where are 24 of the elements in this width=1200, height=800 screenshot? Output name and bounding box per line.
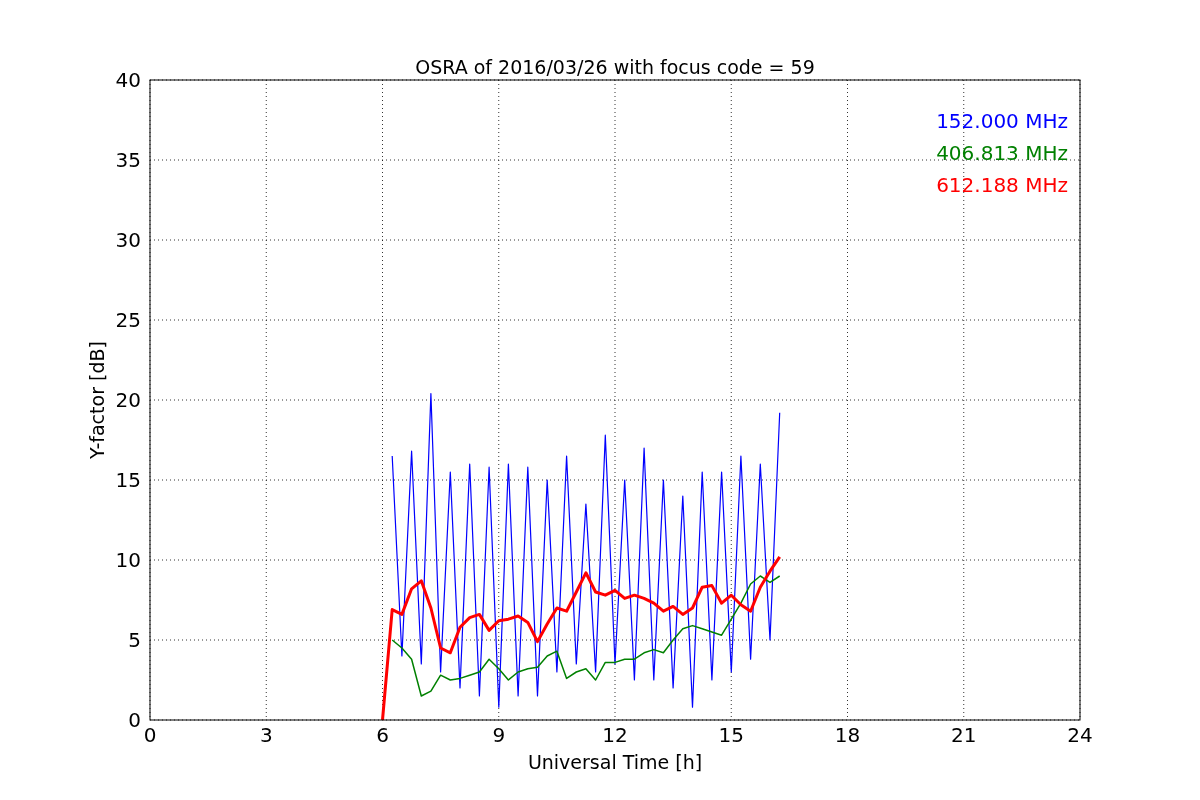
y-axis-label: Y-factor [dB] [86, 341, 108, 459]
tick-label: 5 [128, 628, 141, 652]
chart-title: OSRA of 2016/03/26 with focus code = 59 [415, 56, 815, 78]
legend-label: 612.188 MHz [936, 173, 1068, 197]
tick-label: 21 [951, 723, 977, 747]
x-axis-label: Universal Time [h] [527, 751, 703, 773]
tick-label: 30 [115, 228, 141, 252]
legend-label: 152.000 MHz [936, 109, 1068, 133]
tick-label: 35 [115, 148, 141, 172]
tick-label: 10 [115, 548, 141, 572]
tick-label: 25 [115, 308, 141, 332]
tick-label: 15 [718, 723, 744, 747]
tick-label: 18 [834, 723, 861, 747]
tick-label: 0 [143, 723, 157, 747]
tick-label: 6 [376, 723, 389, 747]
tick-label: 20 [115, 388, 141, 412]
tick-label: 12 [602, 723, 628, 747]
tick-label: 15 [115, 468, 141, 492]
legend-label: 406.813 MHz [936, 141, 1068, 165]
tick-label: 3 [259, 723, 273, 747]
tick-label: 24 [1067, 723, 1093, 747]
tick-label: 40 [115, 68, 141, 92]
tick-label: 0 [128, 708, 141, 732]
tick-label: 9 [492, 723, 506, 747]
